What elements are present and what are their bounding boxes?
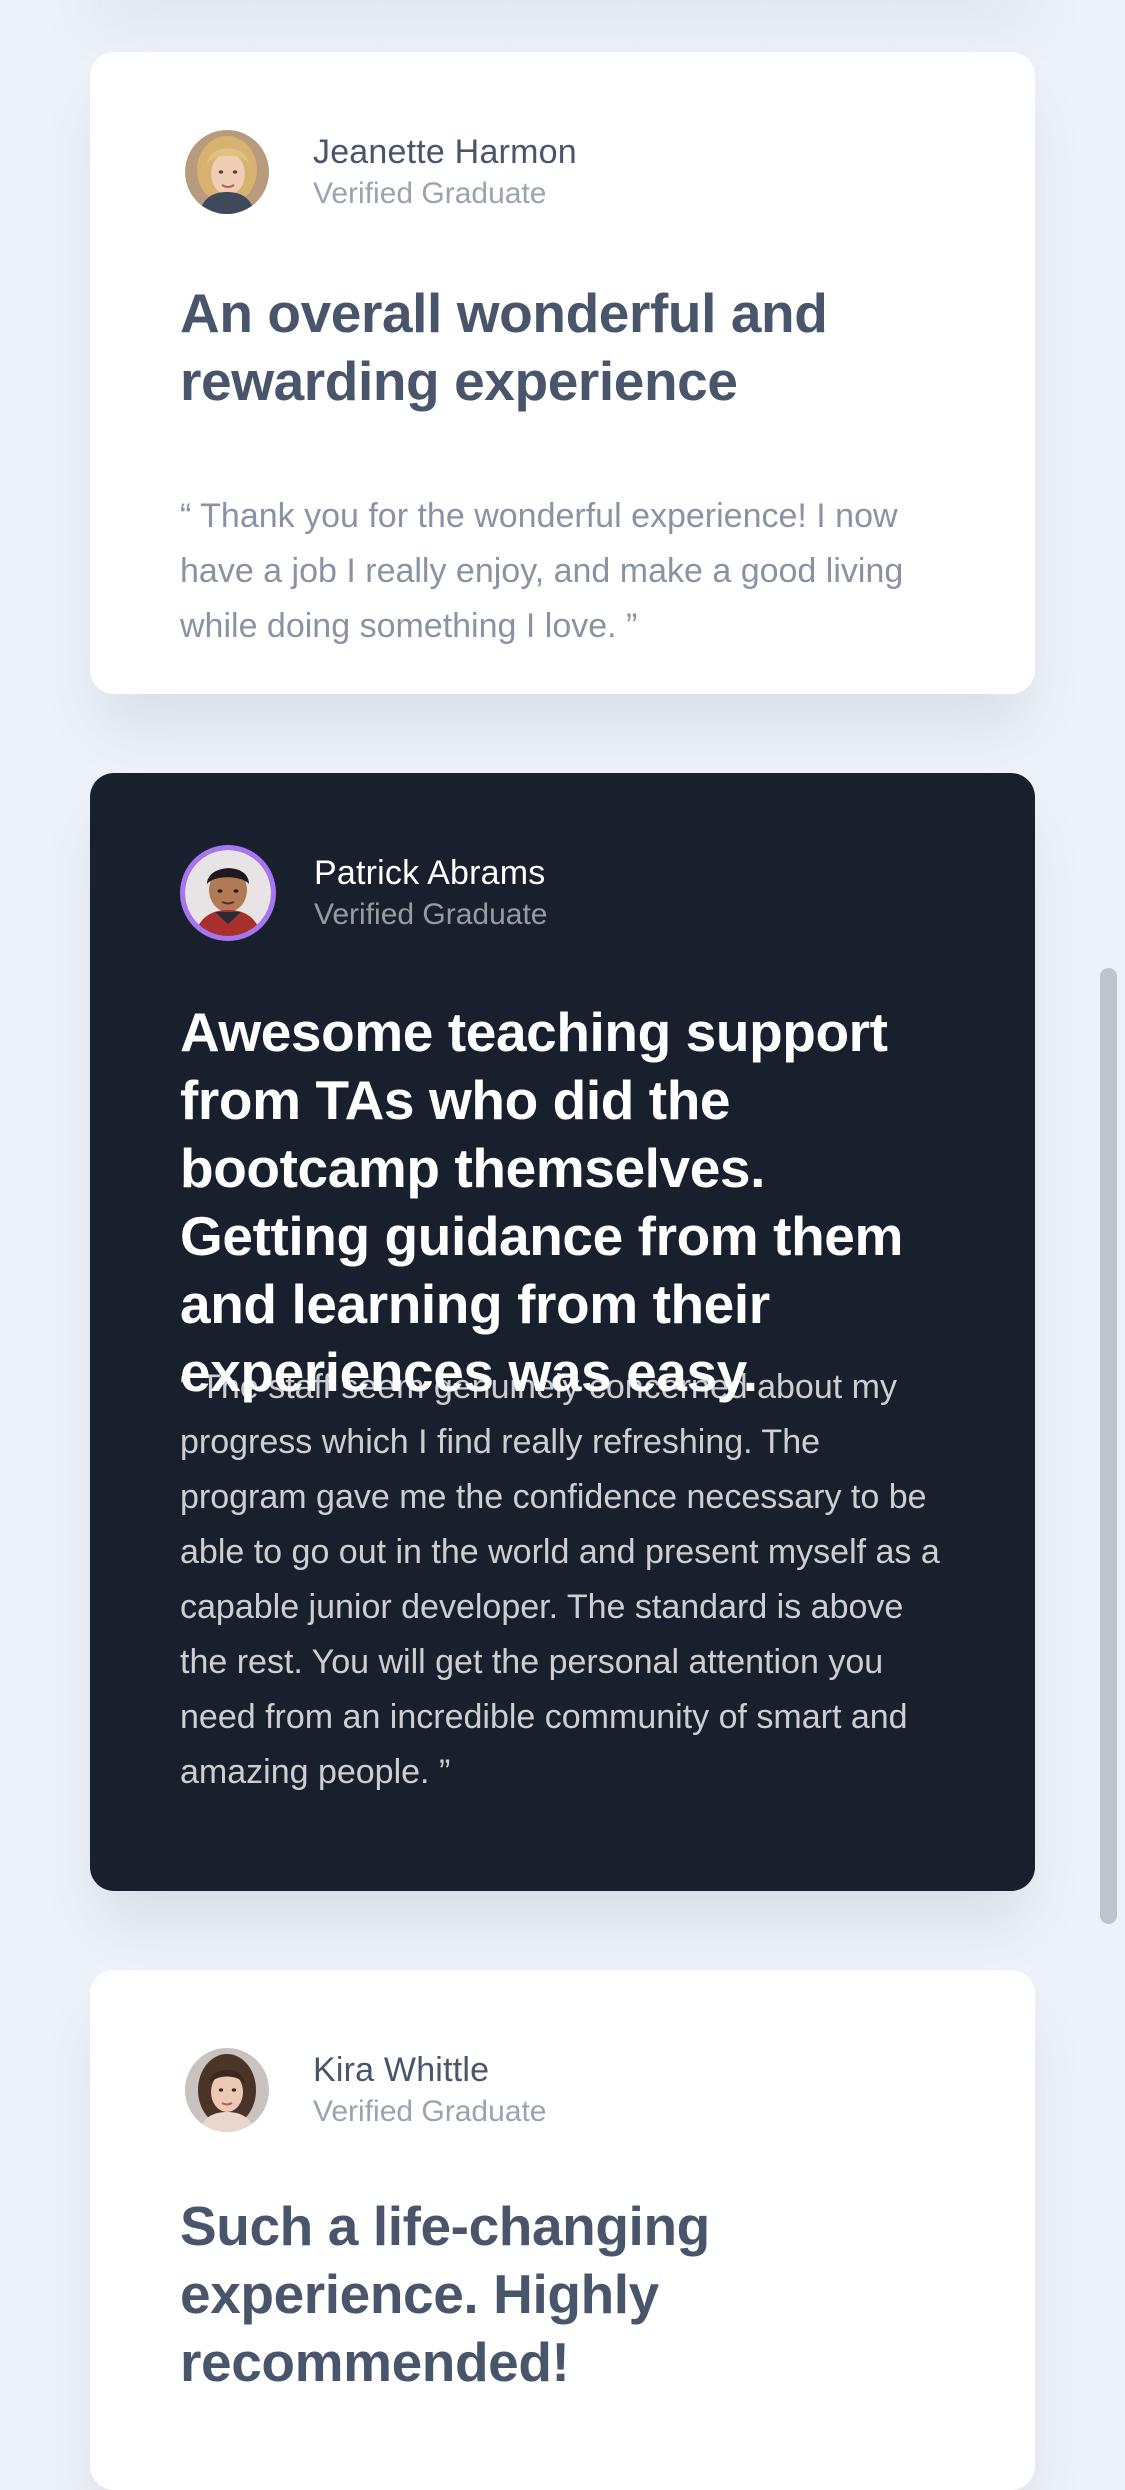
- author-role: Verified Graduate: [313, 2095, 547, 2128]
- scrollbar-thumb[interactable]: [1100, 968, 1117, 1924]
- author-role: Verified Graduate: [314, 898, 548, 931]
- avatar: [185, 130, 269, 214]
- testimonial-quote: “ Thank you for the wonderful experience…: [180, 497, 904, 645]
- testimonial-card: Patrick Abrams Verified Graduate Awesome…: [90, 773, 1035, 1891]
- author-text: Kira Whittle Verified Graduate: [313, 2048, 546, 2132]
- avatar-photo-jeanette-icon: [185, 130, 269, 214]
- testimonial-headline: Awesome teaching support from TAs who di…: [180, 1001, 903, 1403]
- avatar-photo-kira-icon: [185, 2048, 269, 2132]
- testimonial-card: Kira Whittle Verified Graduate Such a li…: [90, 1970, 1035, 2490]
- testimonial-quote: “ The staff seem genuinely concerned abo…: [180, 1368, 940, 1791]
- avatar-photo-patrick-icon: [185, 850, 271, 936]
- testimonial-headline: An overall wonderful and rewarding exper…: [180, 282, 828, 412]
- author-block: Patrick Abrams Verified Graduate: [180, 845, 547, 941]
- author-block: Jeanette Harmon Verified Graduate: [180, 130, 577, 214]
- testimonial-card: Jeanette Harmon Verified Graduate An ove…: [90, 52, 1035, 694]
- testimonial-headline: Such a life-changing experience. Highly …: [180, 2195, 710, 2393]
- author-text: Jeanette Harmon Verified Graduate: [313, 130, 577, 214]
- author-block: Kira Whittle Verified Graduate: [180, 2048, 546, 2132]
- avatar: [180, 845, 276, 941]
- avatar: [185, 2048, 269, 2132]
- author-role: Verified Graduate: [313, 177, 547, 210]
- author-text: Patrick Abrams Verified Graduate: [314, 851, 547, 935]
- author-name: Jeanette Harmon: [313, 133, 577, 171]
- author-name: Kira Whittle: [313, 2051, 490, 2089]
- author-name: Patrick Abrams: [314, 854, 546, 892]
